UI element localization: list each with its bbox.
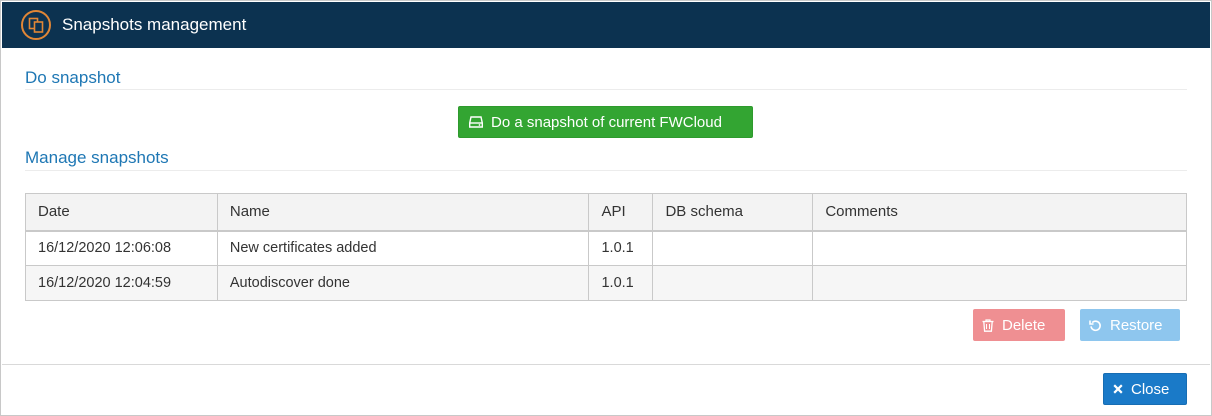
- trash-icon: [982, 318, 994, 332]
- column-header-date[interactable]: Date: [25, 193, 218, 232]
- cell-comments: [812, 265, 1187, 301]
- close-label: Close: [1131, 380, 1170, 398]
- cell-comments: [812, 230, 1187, 266]
- cell-name: New certificates added: [216, 230, 590, 266]
- column-header-comments[interactable]: Comments: [812, 193, 1187, 232]
- hdd-icon: [469, 116, 483, 128]
- copy-icon: [21, 10, 51, 40]
- cell-db-schema: [652, 230, 814, 266]
- restore-label: Restore: [1110, 316, 1163, 334]
- times-icon: [1113, 384, 1123, 394]
- divider: [25, 170, 1187, 171]
- footer-divider: [2, 364, 1210, 365]
- snapshots-table: Date Name API DB schema Comments 16/12/2…: [25, 193, 1187, 301]
- delete-button[interactable]: Delete: [973, 309, 1065, 341]
- dialog-header: Snapshots management: [2, 2, 1210, 48]
- dialog-title: Snapshots management: [62, 15, 247, 34]
- column-header-name[interactable]: Name: [216, 193, 590, 232]
- column-header-db-schema[interactable]: DB schema: [652, 193, 814, 232]
- column-header-api[interactable]: API: [588, 193, 654, 232]
- table-row[interactable]: 16/12/2020 12:04:59 Autodiscover done 1.…: [25, 265, 1187, 301]
- do-snapshot-label: Do a snapshot of current FWCloud: [491, 113, 722, 131]
- divider: [25, 89, 1187, 90]
- cell-date: 16/12/2020 12:06:08: [25, 230, 218, 266]
- delete-label: Delete: [1002, 316, 1046, 334]
- snapshots-dialog: Snapshots management Do snapshot Do a sn…: [0, 0, 1212, 416]
- do-snapshot-button[interactable]: Do a snapshot of current FWCloud: [458, 106, 753, 138]
- close-button[interactable]: Close: [1103, 373, 1187, 405]
- table-row[interactable]: 16/12/2020 12:06:08 New certificates add…: [25, 230, 1187, 266]
- cell-db-schema: [652, 265, 814, 301]
- undo-icon: [1089, 319, 1102, 332]
- cell-name: Autodiscover done: [216, 265, 590, 301]
- manage-snapshots-heading: Manage snapshots: [25, 148, 169, 167]
- restore-button[interactable]: Restore: [1080, 309, 1180, 341]
- table-header-row: Date Name API DB schema Comments: [25, 193, 1187, 232]
- cell-api: 1.0.1: [588, 265, 654, 301]
- cell-date: 16/12/2020 12:04:59: [25, 265, 218, 301]
- cell-api: 1.0.1: [588, 230, 654, 266]
- do-snapshot-heading: Do snapshot: [25, 68, 121, 87]
